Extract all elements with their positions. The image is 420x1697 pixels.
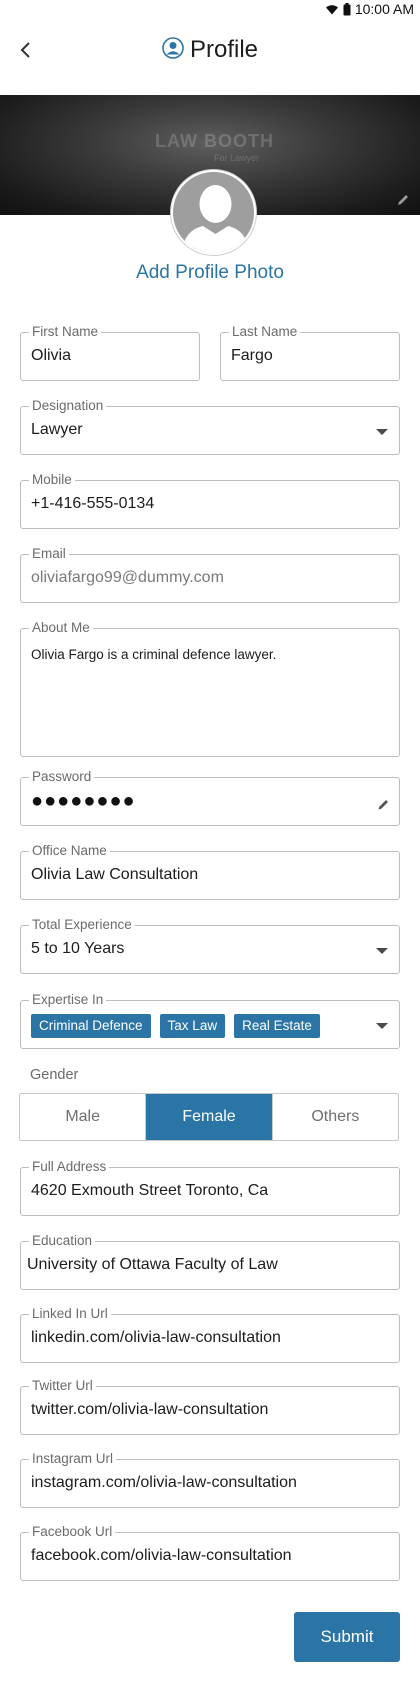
cover-brand: LAW BOOTH xyxy=(155,131,274,151)
experience-select[interactable]: Total Experience 5 to 10 Years xyxy=(20,917,400,974)
email-value: oliviafargo99@dummy.com xyxy=(31,569,224,586)
linkedin-url-label: Linked In Url xyxy=(29,1306,111,1322)
last-name-label: Last Name xyxy=(229,324,301,340)
designation-label: Designation xyxy=(29,398,107,414)
office-name-field[interactable]: Office Name Olivia Law Consultation xyxy=(20,843,400,900)
designation-select[interactable]: Designation Lawyer xyxy=(20,398,400,455)
status-time: 10:00 AM xyxy=(354,1,414,17)
about-me-textarea[interactable]: About Me Olivia Fargo is a criminal defe… xyxy=(20,620,400,757)
last-name-field[interactable]: Last Name Fargo xyxy=(220,324,400,381)
education-value: University of Ottawa Faculty of Law xyxy=(27,1256,278,1273)
designation-value: Lawyer xyxy=(31,421,83,438)
password-field[interactable]: Password ●●●●●●●● xyxy=(20,769,400,826)
gender-option-male[interactable]: Male xyxy=(20,1094,147,1140)
facebook-url-label: Facebook Url xyxy=(29,1524,116,1540)
expertise-chips: Criminal Defence Tax Law Real Estate xyxy=(31,1014,320,1038)
status-bar: 10:00 AM xyxy=(0,0,420,18)
edit-password-icon[interactable] xyxy=(377,798,390,811)
first-name-field[interactable]: First Name Olivia xyxy=(20,324,200,381)
expertise-chip[interactable]: Tax Law xyxy=(159,1014,226,1038)
gender-segmented-control: Male Female Others xyxy=(19,1093,399,1141)
experience-value: 5 to 10 Years xyxy=(31,940,125,957)
dropdown-caret-icon xyxy=(376,429,388,435)
gender-label: Gender xyxy=(30,1067,79,1083)
address-value: 4620 Exmouth Street Toronto, Ca xyxy=(31,1182,269,1199)
email-field[interactable]: Email oliviafargo99@dummy.com xyxy=(20,546,400,603)
page-title: Profile xyxy=(189,36,259,63)
linkedin-url-value: linkedin.com/olivia-law-consultation xyxy=(31,1329,281,1346)
wifi-icon xyxy=(325,4,339,15)
expertise-label: Expertise In xyxy=(29,992,107,1008)
expertise-select[interactable]: Expertise In Criminal Defence Tax Law Re… xyxy=(20,992,400,1049)
first-name-label: First Name xyxy=(29,324,102,340)
person-silhouette-icon xyxy=(181,185,250,253)
experience-label: Total Experience xyxy=(29,917,135,933)
office-name-label: Office Name xyxy=(29,843,110,859)
last-name-value: Fargo xyxy=(231,347,273,364)
mobile-label: Mobile xyxy=(29,472,75,488)
facebook-url-value: facebook.com/olivia-law-consultation xyxy=(31,1547,292,1564)
user-circle-icon xyxy=(162,36,184,64)
email-label: Email xyxy=(29,546,69,562)
add-profile-photo-link[interactable]: Add Profile Photo xyxy=(0,262,420,284)
app-bar: Profile xyxy=(0,22,420,78)
mobile-field[interactable]: Mobile +1-416-555-0134 xyxy=(20,472,400,529)
facebook-url-field[interactable]: Facebook Url facebook.com/olivia-law-con… xyxy=(20,1524,400,1581)
instagram-url-label: Instagram Url xyxy=(29,1451,117,1467)
battery-icon xyxy=(343,2,351,16)
education-field[interactable]: Education University of Ottawa Faculty o… xyxy=(20,1233,400,1290)
about-me-label: About Me xyxy=(29,620,93,636)
password-value: ●●●●●●●● xyxy=(31,790,136,812)
address-label: Full Address xyxy=(29,1159,110,1175)
page-title-group: Profile xyxy=(0,36,420,64)
submit-button[interactable]: Submit xyxy=(294,1612,400,1662)
dropdown-caret-icon xyxy=(376,1023,388,1029)
office-name-value: Olivia Law Consultation xyxy=(31,866,199,883)
twitter-url-value: twitter.com/olivia-law-consultation xyxy=(31,1401,269,1418)
twitter-url-label: Twitter Url xyxy=(29,1378,96,1394)
instagram-url-value: instagram.com/olivia-law-consultation xyxy=(31,1474,297,1491)
password-label: Password xyxy=(29,769,95,785)
avatar[interactable] xyxy=(171,170,256,255)
education-label: Education xyxy=(29,1233,96,1249)
expertise-chip[interactable]: Real Estate xyxy=(234,1014,320,1038)
instagram-url-field[interactable]: Instagram Url instagram.com/olivia-law-c… xyxy=(20,1451,400,1508)
about-me-value: Olivia Fargo is a criminal defence lawye… xyxy=(31,647,277,662)
linkedin-url-field[interactable]: Linked In Url linkedin.com/olivia-law-co… xyxy=(20,1306,400,1363)
gender-option-female[interactable]: Female xyxy=(146,1094,273,1140)
expertise-chip[interactable]: Criminal Defence xyxy=(31,1014,151,1038)
gender-option-others[interactable]: Others xyxy=(273,1094,398,1140)
first-name-value: Olivia xyxy=(31,347,72,364)
cover-brand-sub: For Lawyer xyxy=(214,153,260,163)
mobile-value: +1-416-555-0134 xyxy=(31,495,155,512)
twitter-url-field[interactable]: Twitter Url twitter.com/olivia-law-consu… xyxy=(20,1378,400,1435)
dropdown-caret-icon xyxy=(376,948,388,954)
address-field[interactable]: Full Address 4620 Exmouth Street Toronto… xyxy=(20,1159,400,1216)
pencil-icon[interactable] xyxy=(396,193,410,207)
